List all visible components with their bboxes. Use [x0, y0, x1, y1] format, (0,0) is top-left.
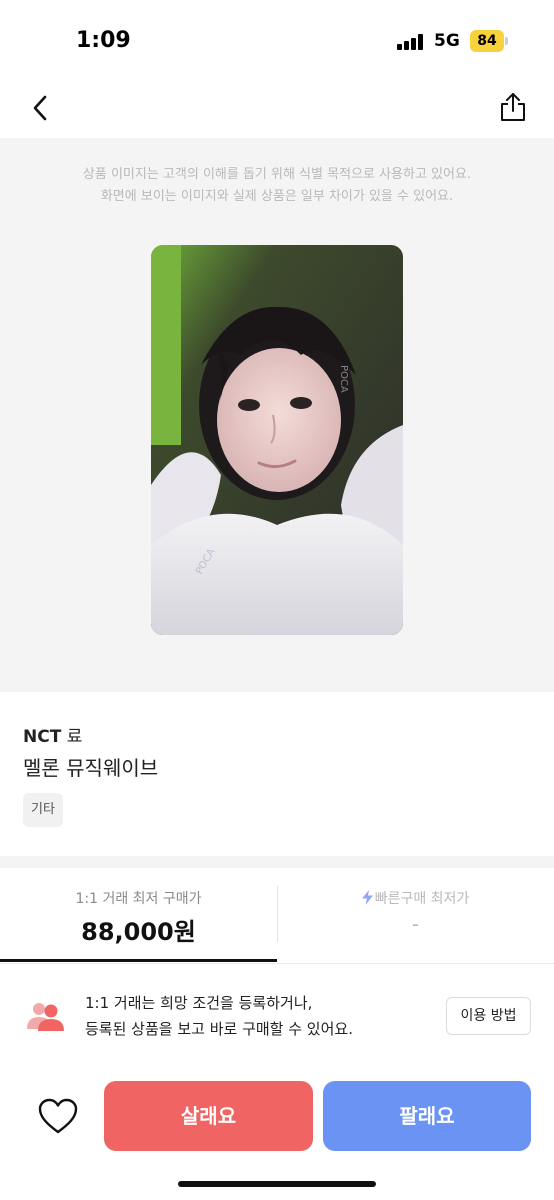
battery-icon: 84 — [470, 30, 504, 52]
share-icon — [501, 93, 525, 121]
share-button[interactable] — [496, 88, 530, 126]
guide-text: 1:1 거래는 희망 조건을 등록하거나, 등록된 상품을 보고 바로 구매할 … — [85, 990, 353, 1042]
photocard-image: POCA POCA — [151, 245, 403, 635]
how-to-use-button[interactable]: 이용 방법 — [446, 997, 531, 1035]
product-brand[interactable]: NCT 료 — [23, 722, 82, 747]
network-type: 5G — [434, 31, 460, 51]
product-title: 멜론 뮤직웨이브 — [23, 756, 159, 780]
guide-line-2: 등록된 상품을 보고 바로 구매할 수 있어요. — [85, 1020, 353, 1038]
chevron-left-icon — [33, 95, 47, 121]
product-photo[interactable]: POCA POCA — [151, 245, 403, 635]
tab-2-value: - — [411, 912, 420, 936]
lightning-icon — [361, 890, 373, 905]
tab-1-value: 88,000원 — [81, 918, 196, 946]
price-tabs: 1:1 거래 최저 구매가 88,000원 빠른구매 최저가 - — [0, 868, 554, 962]
status-time: 1:09 — [76, 28, 131, 53]
image-notice-line-1: 상품 이미지는 고객의 이해를 돕기 위해 식별 목적으로 사용하고 있어요. — [82, 167, 472, 182]
tab-2-label: 빠른구매 최저가 — [374, 891, 470, 907]
image-notice-line-2: 화면에 보이는 이미지와 실제 상품은 일부 차이가 있을 수 있어요. — [100, 189, 454, 204]
status-bar: 1:09 5G 84 — [0, 0, 554, 80]
guide-line-1: 1:1 거래는 희망 조건을 등록하거나, — [85, 994, 313, 1012]
heart-icon — [38, 1098, 78, 1134]
buy-button[interactable]: 살래요 — [104, 1081, 313, 1151]
tab-bottom-border — [0, 963, 554, 964]
nav-bar — [0, 80, 554, 136]
tab-1-label: 1:1 거래 최저 구매가 — [75, 891, 202, 907]
watermark-text: POCA — [338, 365, 349, 393]
image-notice: 상품 이미지는 고객의 이해를 돕기 위해 식별 목적으로 사용하고 있어요. … — [0, 164, 554, 208]
trade-guide: 1:1 거래는 희망 조건을 등록하거나, 등록된 상품을 보고 바로 구매할 … — [0, 982, 554, 1048]
tab-quick-buy-price[interactable]: 빠른구매 최저가 - — [277, 868, 554, 962]
bottom-action-bar: 살래요 팔래요 — [0, 1078, 554, 1158]
battery-tip — [505, 37, 508, 45]
sell-button[interactable]: 팔래요 — [323, 1081, 531, 1151]
section-divider — [0, 856, 554, 868]
like-button[interactable] — [36, 1096, 80, 1136]
tab-one-to-one-price[interactable]: 1:1 거래 최저 구매가 88,000원 — [0, 868, 277, 962]
active-tab-indicator — [0, 959, 277, 962]
category-tag[interactable]: 기타 — [23, 793, 63, 827]
users-icon — [27, 1003, 64, 1031]
back-button[interactable] — [24, 90, 56, 126]
member-name: 료 — [66, 727, 83, 747]
product-image-area: 상품 이미지는 고객의 이해를 돕기 위해 식별 목적으로 사용하고 있어요. … — [0, 138, 554, 692]
signal-icon — [397, 34, 427, 50]
home-indicator — [178, 1181, 376, 1187]
brand-name: NCT — [23, 727, 62, 747]
tab-2-label-row: 빠른구매 최저가 — [277, 888, 554, 908]
product-info: NCT 료 멜론 뮤직웨이브 기타 — [0, 692, 554, 856]
